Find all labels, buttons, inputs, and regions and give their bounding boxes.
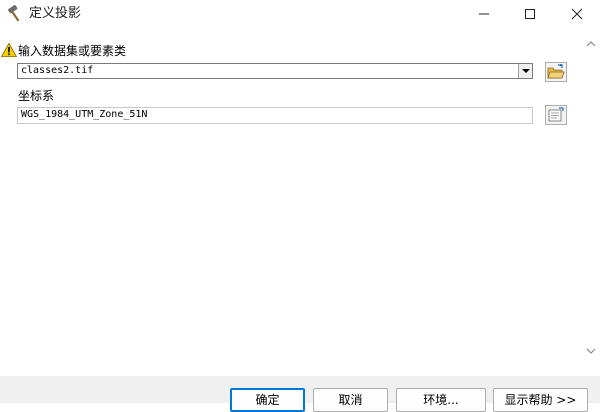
browse-dataset-button[interactable] [545,62,567,82]
environments-button[interactable]: 环境... [396,388,486,412]
close-icon [571,8,583,20]
scroll-up-icon[interactable] [584,38,598,50]
show-help-button[interactable]: 显示帮助 >> [493,388,588,412]
window-title: 定义投影 [29,6,82,21]
minimize-icon [479,13,489,15]
cancel-button[interactable]: 取消 [313,388,388,412]
define-projection-dialog: 定义投影 输入数据集或要素类 classes2.tif 坐标系 WGS_1984… [0,0,600,412]
ok-button[interactable]: 确定 [230,388,305,412]
input-dataset-value: classes2.tif [21,65,94,76]
maximize-icon [525,9,535,19]
coordinate-system-value: WGS_1984_UTM_Zone_51N [21,109,148,120]
properties-icon [548,107,564,122]
input-dataset-label: 输入数据集或要素类 [18,44,127,58]
coordinate-system-field[interactable]: WGS_1984_UTM_Zone_51N [17,107,533,124]
dropdown-button[interactable] [518,64,532,78]
close-button[interactable] [554,0,600,28]
maximize-button[interactable] [507,0,553,28]
coordinate-system-label: 坐标系 [18,89,55,103]
warning-icon [1,43,17,57]
input-dataset-combobox[interactable]: classes2.tif [17,63,533,79]
scroll-down-icon[interactable] [584,345,598,357]
hammer-icon [7,5,20,22]
minimize-button[interactable] [461,0,507,28]
chevron-down-icon [521,69,530,73]
title-bar: 定义投影 [0,0,600,28]
folder-open-icon [547,64,565,79]
coordinate-system-properties-button[interactable] [545,105,567,125]
